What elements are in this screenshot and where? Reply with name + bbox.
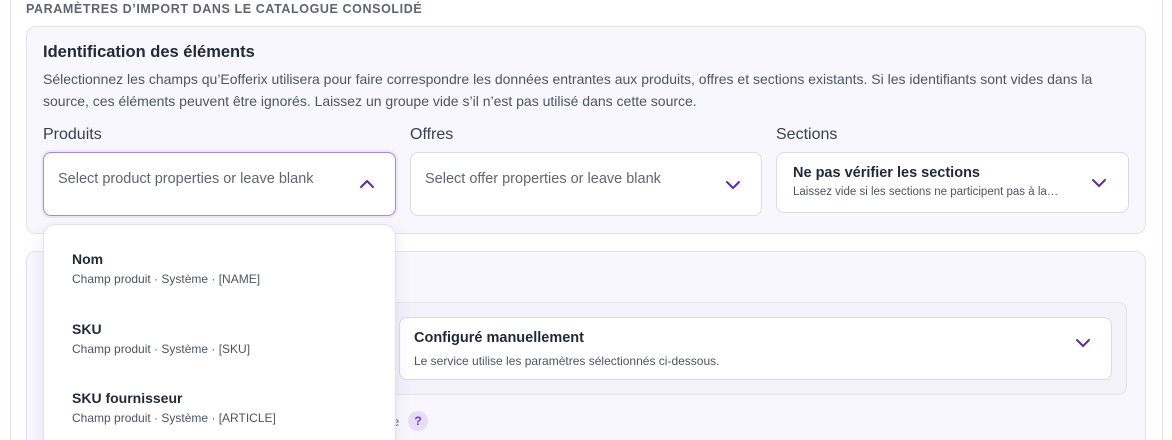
- option-title: Nom: [72, 251, 104, 267]
- mode-select[interactable]: Configuré manuellement Le service utilis…: [399, 317, 1112, 380]
- sections-label: Sections: [776, 126, 838, 143]
- products-dropdown-menu: Nom Champ produit · Système · [NAME] SKU…: [43, 224, 396, 440]
- mode-selected-title: Configuré manuellement: [414, 330, 584, 346]
- offers-placeholder: Select offer properties or leave blank: [425, 171, 661, 187]
- chevron-down-icon: [1076, 339, 1090, 347]
- sections-select[interactable]: Ne pas vérifier les sections Laissez vid…: [776, 152, 1129, 213]
- option-title: SKU: [72, 321, 102, 337]
- option-subtitle: Champ produit · Système · [ARTICLE]: [72, 411, 276, 425]
- products-label: Produits: [43, 126, 102, 143]
- products-placeholder: Select product properties or leave blank: [58, 171, 314, 187]
- sections-selected-title: Ne pas vérifier les sections: [793, 165, 980, 181]
- section-heading: PARAMÈTRES D’IMPORT DANS LE CATALOGUE CO…: [26, 2, 423, 16]
- dropdown-option[interactable]: SKU fournisseur Champ produit · Système …: [72, 390, 276, 425]
- dropdown-option[interactable]: Nom Champ produit · Système · [NAME]: [72, 251, 260, 286]
- sections-selected-subtitle: Laissez vide si les sections ne particip…: [793, 186, 1059, 198]
- option-title: SKU fournisseur: [72, 390, 183, 406]
- identification-description: Sélectionnez les champs qu’Eofferix util…: [43, 71, 1093, 109]
- mode-selected-subtitle: Le service utilise les paramètres sélect…: [414, 354, 720, 368]
- chevron-up-icon: [360, 180, 374, 188]
- offers-select[interactable]: Select offer properties or leave blank: [410, 152, 762, 216]
- option-subtitle: Champ produit · Système · [NAME]: [72, 272, 261, 286]
- products-select[interactable]: Select product properties or leave blank: [43, 152, 396, 216]
- option-subtitle: Champ produit · Système · [SKU]: [72, 342, 251, 356]
- dropdown-option[interactable]: SKU Champ produit · Système · [SKU]: [72, 321, 250, 356]
- identification-title: Identification des éléments: [43, 43, 255, 61]
- help-icon[interactable]: ?: [408, 411, 428, 431]
- chevron-down-icon: [1092, 179, 1106, 187]
- offers-label: Offres: [410, 126, 454, 143]
- chevron-down-icon: [726, 181, 740, 189]
